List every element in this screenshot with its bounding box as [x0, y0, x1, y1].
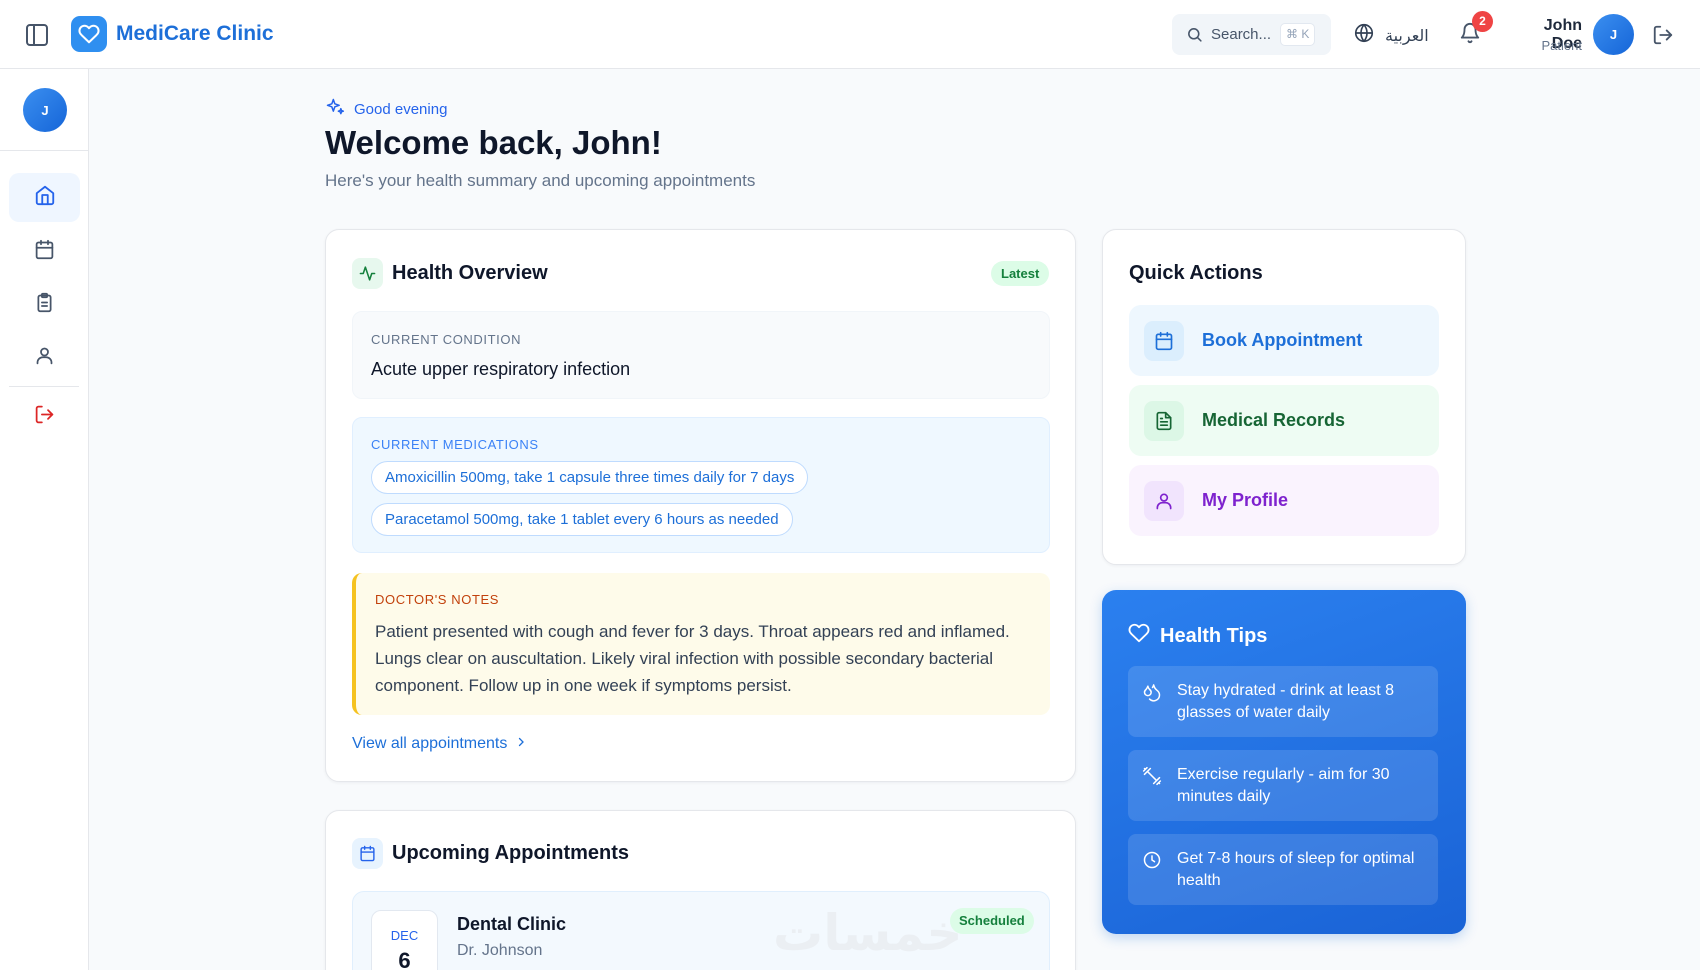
- health-tips-title: Health Tips: [1128, 622, 1267, 650]
- section-label: DOCTOR'S NOTES: [375, 592, 500, 607]
- language-switcher[interactable]: العربية: [1353, 22, 1429, 49]
- droplets-icon: [1142, 682, 1162, 707]
- sparkles-icon: [325, 97, 345, 121]
- logout-icon: [34, 404, 55, 430]
- link-label: View all appointments: [352, 735, 508, 752]
- activity-icon: [352, 258, 383, 289]
- sidebar-item-appointments[interactable]: [9, 227, 80, 276]
- sidebar-item-logout[interactable]: [9, 392, 80, 441]
- medical-records-button[interactable]: Medical Records: [1129, 385, 1439, 456]
- search-placeholder: Search...: [1211, 26, 1272, 43]
- tip-text: Stay hydrated - drink at least 8 glasses…: [1177, 682, 1394, 721]
- user-icon: [1144, 480, 1184, 521]
- sidebar-item-records[interactable]: [9, 280, 80, 329]
- sidebar-item-home[interactable]: [9, 173, 80, 222]
- appointment-item[interactable]: DEC 6 Dental Clinic Dr. Johnson خمسات Sc…: [352, 891, 1050, 970]
- dumbbell-icon: [1142, 766, 1162, 791]
- current-condition: CURRENT CONDITION Acute upper respirator…: [352, 311, 1050, 399]
- search-box[interactable]: Search... ⌘ K: [1172, 14, 1331, 55]
- card-title: Quick Actions: [1129, 262, 1263, 284]
- view-all-appointments-link[interactable]: View all appointments: [352, 735, 527, 753]
- appointment-month: DEC: [390, 928, 419, 943]
- my-profile-button[interactable]: My Profile: [1129, 465, 1439, 536]
- greeting: Good evening: [325, 97, 447, 121]
- appointment-date: DEC 6: [371, 910, 438, 970]
- section-label: CURRENT MEDICATIONS: [371, 437, 539, 452]
- user-role: Patient: [1541, 38, 1582, 53]
- page-subtitle: Here's your health summary and upcoming …: [325, 171, 756, 190]
- sidebar-item-profile[interactable]: [9, 333, 80, 382]
- heart-icon: [1128, 622, 1150, 650]
- sidebar: J: [0, 69, 89, 970]
- health-tips-card: Health Tips Stay hydrated - drink at lea…: [1102, 590, 1466, 934]
- book-appointment-button[interactable]: Book Appointment: [1129, 305, 1439, 376]
- user-avatar[interactable]: J: [1593, 14, 1634, 55]
- greeting-text: Good evening: [354, 100, 448, 118]
- upcoming-appointments-card: Upcoming Appointments DEC 6 Dental Clini…: [325, 810, 1076, 970]
- tip-text: Exercise regularly - aim for 30 minutes …: [1177, 766, 1390, 805]
- sidebar-divider: [0, 150, 88, 151]
- language-label: العربية: [1385, 27, 1429, 45]
- globe-icon: [1353, 22, 1375, 49]
- notes-text: Patient presented with cough and fever f…: [375, 622, 1010, 695]
- action-label: Book Appointment: [1202, 330, 1363, 350]
- user-icon: [34, 345, 55, 371]
- clipboard-icon: [34, 292, 55, 318]
- medication-pill: Paracetamol 500mg, take 1 tablet every 6…: [371, 503, 793, 536]
- condition-value: Acute upper respiratory infection: [371, 359, 631, 379]
- calendar-icon: [34, 239, 55, 265]
- chevron-right-icon: [515, 735, 527, 753]
- brand-name[interactable]: MediCare Clinic: [116, 22, 274, 46]
- search-icon: [1186, 26, 1203, 48]
- status-badge: Latest: [991, 261, 1050, 286]
- sidebar-avatar[interactable]: J: [23, 88, 67, 132]
- status-badge: Scheduled: [950, 908, 1034, 934]
- appointment-clinic: Dental Clinic: [457, 914, 567, 934]
- calendar-icon: [352, 838, 383, 869]
- card-title: Upcoming Appointments: [392, 842, 630, 864]
- sidebar-toggle-icon[interactable]: [26, 24, 48, 46]
- home-icon: [34, 184, 56, 211]
- card-title: Health Tips: [1160, 624, 1268, 647]
- health-overview-card: Health Overview Latest CURRENT CONDITION…: [325, 229, 1076, 782]
- appointment-day: 6: [398, 948, 411, 970]
- current-medications: CURRENT MEDICATIONS Amoxicillin 500mg, t…: [352, 417, 1050, 553]
- calendar-icon: [1144, 320, 1184, 361]
- watermark-logo: خمسات: [773, 904, 963, 962]
- health-tip: Exercise regularly - aim for 30 minutes …: [1128, 750, 1438, 821]
- health-tip: Stay hydrated - drink at least 8 glasses…: [1128, 666, 1438, 737]
- sidebar-divider: [9, 386, 79, 387]
- card-title: Health Overview: [392, 262, 548, 284]
- notification-badge: 2: [1472, 11, 1493, 32]
- health-tip: Get 7-8 hours of sleep for optimal healt…: [1128, 834, 1438, 905]
- appointment-doctor: Dr. Johnson: [457, 942, 543, 959]
- medication-pill: Amoxicillin 500mg, take 1 capsule three …: [371, 461, 809, 494]
- section-label: CURRENT CONDITION: [371, 332, 522, 347]
- doctor-notes: DOCTOR'S NOTES Patient presented with co…: [352, 573, 1050, 715]
- tip-text: Get 7-8 hours of sleep for optimal healt…: [1177, 850, 1415, 889]
- heart-logo-icon: [71, 16, 107, 52]
- page-title: Welcome back, John!: [325, 124, 662, 161]
- action-label: My Profile: [1202, 490, 1289, 510]
- document-icon: [1144, 400, 1184, 441]
- search-shortcut: ⌘ K: [1280, 23, 1316, 46]
- clock-icon: [1142, 850, 1162, 875]
- action-label: Medical Records: [1202, 410, 1346, 430]
- top-bar: MediCare Clinic Search... ⌘ K العربية 2 …: [0, 0, 1700, 69]
- quick-actions-card: Quick Actions Book Appointment Medical R…: [1102, 229, 1466, 565]
- logout-icon[interactable]: [1652, 24, 1674, 51]
